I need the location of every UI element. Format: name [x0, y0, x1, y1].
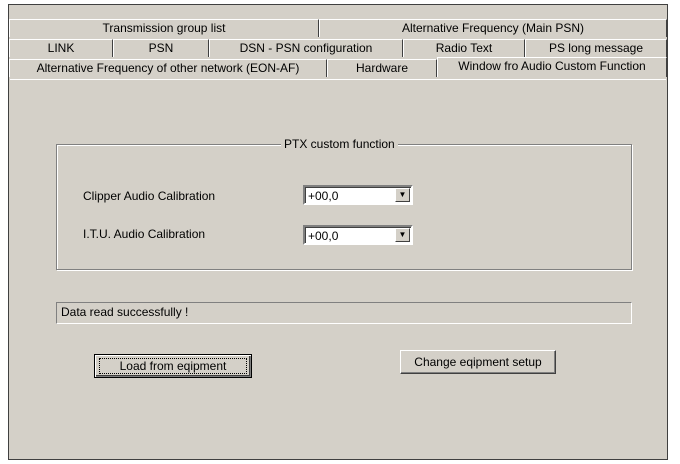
- load-from-equipment-button[interactable]: Load from eqipment: [94, 354, 252, 378]
- load-button-label: Load from eqipment: [119, 359, 227, 373]
- tab-row-2: LINK PSN DSN - PSN configuration Radio T…: [9, 39, 667, 57]
- clipper-value: +00,0: [308, 189, 339, 203]
- tab-row-3: Alternative Frequency of other network (…: [9, 57, 667, 77]
- tab-window-audio-custom-function[interactable]: Window fro Audio Custom Function: [437, 57, 667, 77]
- change-equipment-setup-button[interactable]: Change eqipment setup: [400, 350, 556, 374]
- clipper-audio-calibration-select[interactable]: +00,0 ▼: [303, 185, 413, 205]
- itu-value: +00,0: [308, 229, 339, 243]
- tab-psn[interactable]: PSN: [113, 39, 209, 57]
- tab-hardware[interactable]: Hardware: [327, 59, 437, 77]
- chevron-down-icon[interactable]: ▼: [395, 228, 410, 242]
- chevron-down-icon[interactable]: ▼: [395, 188, 410, 202]
- status-message: Data read successfully !: [56, 302, 632, 324]
- tab-alternative-frequency-eon-af[interactable]: Alternative Frequency of other network (…: [9, 59, 327, 77]
- tab-row-1: Transmission group list Alternative Freq…: [9, 19, 667, 37]
- tab-link[interactable]: LINK: [9, 39, 113, 57]
- tab-ps-long-message[interactable]: PS long message: [525, 39, 667, 57]
- ptx-custom-function-group: PTX custom function Clipper Audio Calibr…: [56, 137, 632, 270]
- tab-dsn-psn-configuration[interactable]: DSN - PSN configuration: [209, 39, 403, 57]
- group-title: PTX custom function: [281, 137, 398, 151]
- tab-radio-text[interactable]: Radio Text: [403, 39, 525, 57]
- itu-audio-calibration-label: I.T.U. Audio Calibration: [83, 227, 206, 241]
- tab-page-panel: PTX custom function Clipper Audio Calibr…: [10, 79, 666, 457]
- tab-alternative-frequency-main-psn[interactable]: Alternative Frequency (Main PSN): [319, 19, 667, 37]
- audio-custom-function-dialog: Transmission group list Alternative Freq…: [8, 4, 668, 460]
- itu-audio-calibration-select[interactable]: +00,0 ▼: [303, 225, 413, 245]
- clipper-audio-calibration-label: Clipper Audio Calibration: [83, 189, 216, 203]
- tab-transmission-group-list[interactable]: Transmission group list: [9, 19, 319, 37]
